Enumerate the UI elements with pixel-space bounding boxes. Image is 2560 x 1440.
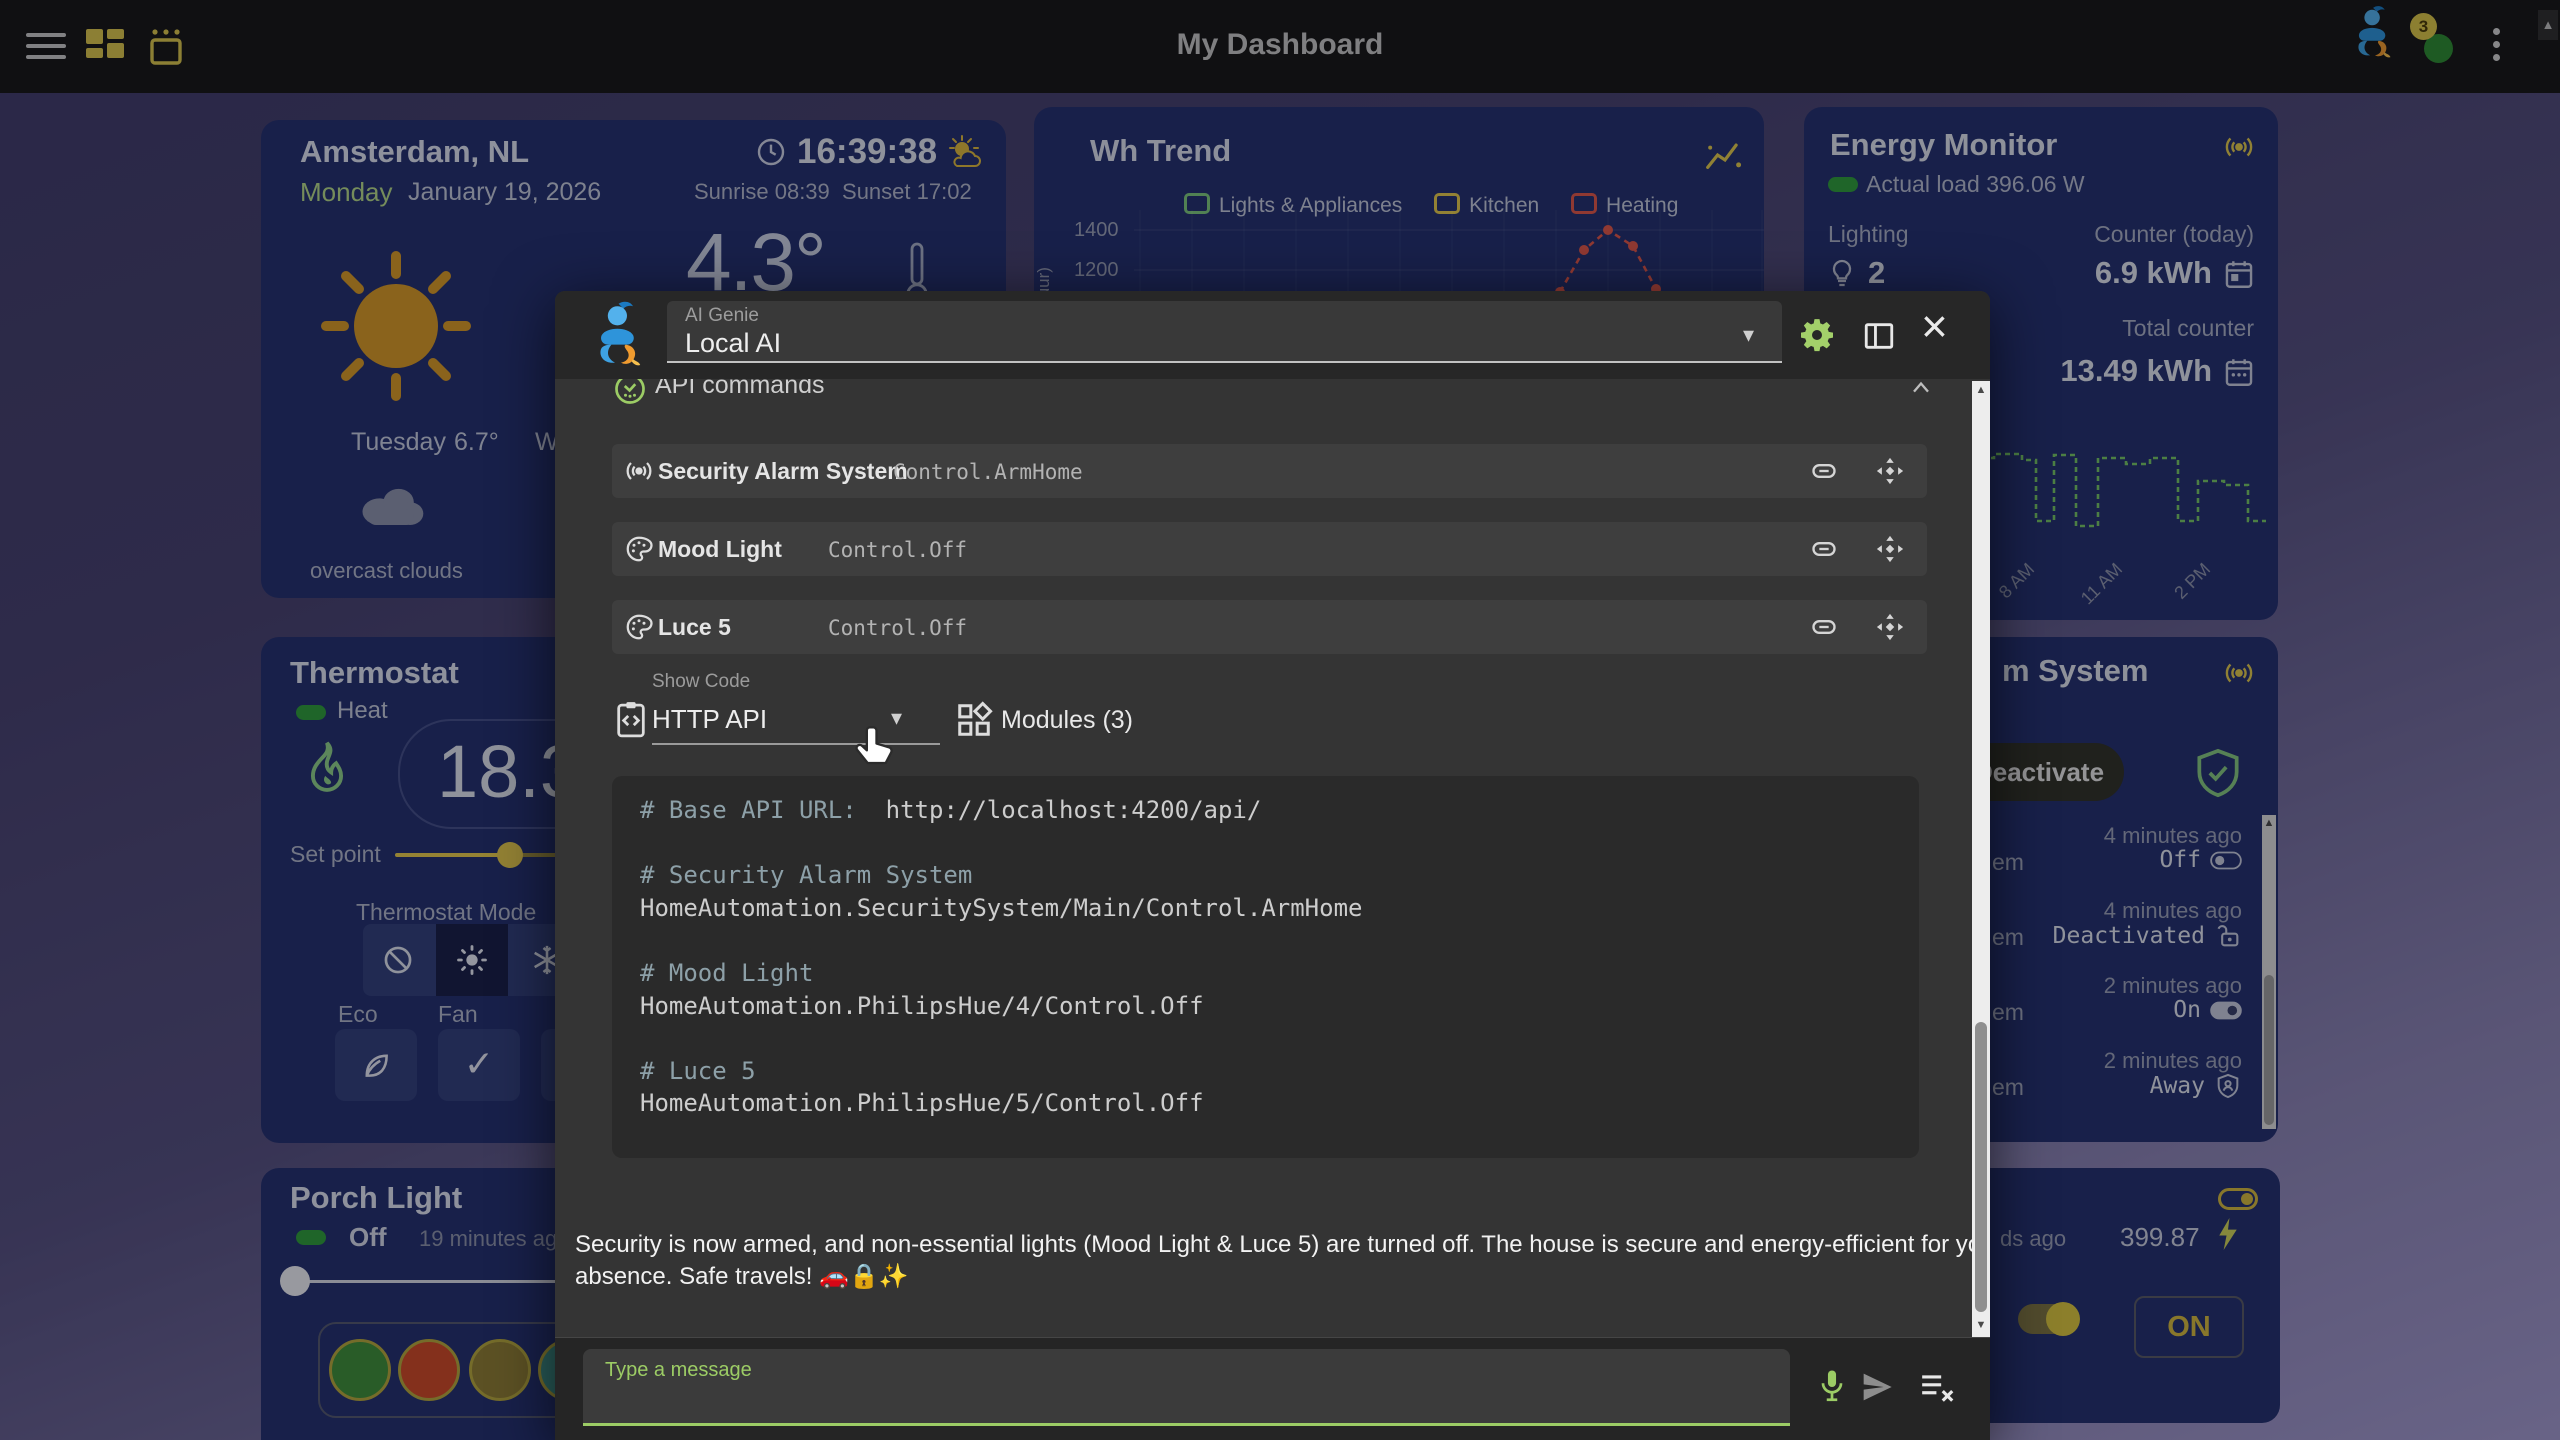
clear-chat-icon[interactable] xyxy=(1919,1370,1957,1406)
link-icon[interactable] xyxy=(1809,535,1839,563)
broadcast-icon xyxy=(624,456,654,486)
code-comment: # Luce 5 xyxy=(640,1057,1891,1090)
mouse-cursor xyxy=(853,723,897,773)
mic-icon[interactable] xyxy=(1814,1366,1850,1408)
api-command-row[interactable]: Security Alarm System Control.ArmHome xyxy=(612,444,1927,498)
palette-icon xyxy=(624,534,654,564)
ai-assistant-dialog: AI Genie Local AI ▾ × API commands xyxy=(555,291,1990,1440)
chevron-down-icon: ▾ xyxy=(1743,323,1754,348)
assistant-select-label: AI Genie xyxy=(685,305,759,327)
palette-icon xyxy=(624,612,654,642)
assistant-select-value: Local AI xyxy=(685,328,781,359)
code-value: HomeAutomation.PhilipsHue/4/Control.Off xyxy=(640,992,1891,1025)
code-comment: # Base API URL: xyxy=(640,796,857,824)
dialog-header: AI Genie Local AI ▾ × xyxy=(555,291,1990,379)
show-code-label: Show Code xyxy=(652,671,750,693)
device-command: Control.Off xyxy=(828,616,967,640)
code-comment: # Mood Light xyxy=(640,959,1891,992)
drag-move-icon[interactable] xyxy=(1875,534,1905,564)
close-icon[interactable]: × xyxy=(1921,299,1948,353)
screen: My Dashboard 3 ▲ Amsterdam, NL Monday Ja… xyxy=(0,0,2560,1440)
code-value: http://localhost:4200/api/ xyxy=(857,796,1262,824)
code-block: # Base API URL: http://localhost:4200/ap… xyxy=(612,776,1919,1158)
api-command-row[interactable]: Mood Light Control.Off xyxy=(612,522,1927,576)
link-icon[interactable] xyxy=(1809,613,1839,641)
side-panel-icon[interactable] xyxy=(1861,319,1897,353)
clipboard-code-icon xyxy=(612,699,650,739)
assistant-response-line2: absence. Safe travels! 🚗🔒✨ xyxy=(575,1262,909,1291)
device-name: Luce 5 xyxy=(658,614,731,641)
modules-icon xyxy=(955,701,993,739)
dialog-scrollbar[interactable]: ▲ ▼ xyxy=(1972,381,1990,1337)
drag-move-icon[interactable] xyxy=(1875,456,1905,486)
api-command-row[interactable]: Luce 5 Control.Off xyxy=(612,600,1927,654)
send-icon[interactable] xyxy=(1861,1372,1893,1402)
assistant-response-line1: Security is now armed, and non-essential… xyxy=(575,1231,1990,1259)
genie-logo xyxy=(585,299,657,371)
input-placeholder: Type a message xyxy=(605,1359,752,1382)
message-input-bar: Type a message xyxy=(555,1337,1990,1440)
device-name: Security Alarm System xyxy=(658,458,908,485)
message-input[interactable]: Type a message xyxy=(583,1349,1790,1426)
collapse-chevron-icon[interactable] xyxy=(1907,379,1935,399)
section-title: API commands xyxy=(655,379,825,400)
modules-button[interactable]: Modules (3) xyxy=(955,699,1205,743)
assistant-select[interactable]: AI Genie Local AI ▾ xyxy=(667,301,1782,363)
code-value: HomeAutomation.PhilipsHue/5/Control.Off xyxy=(640,1089,1891,1122)
link-icon[interactable] xyxy=(1809,457,1839,485)
api-commands-status-icon xyxy=(612,379,648,407)
dialog-content: API commands Security Alarm System Contr… xyxy=(555,379,1990,1337)
code-value: HomeAutomation.SecuritySystem/Main/Contr… xyxy=(640,894,1891,927)
modules-label: Modules (3) xyxy=(1001,706,1133,735)
device-command: Control.Off xyxy=(828,538,967,562)
drag-move-icon[interactable] xyxy=(1875,612,1905,642)
device-name: Mood Light xyxy=(658,536,782,563)
show-code-value: HTTP API xyxy=(652,704,767,735)
device-command: Control.ArmHome xyxy=(893,460,1083,484)
code-comment: # Security Alarm System xyxy=(640,861,1891,894)
settings-gear-icon[interactable] xyxy=(1797,315,1837,355)
